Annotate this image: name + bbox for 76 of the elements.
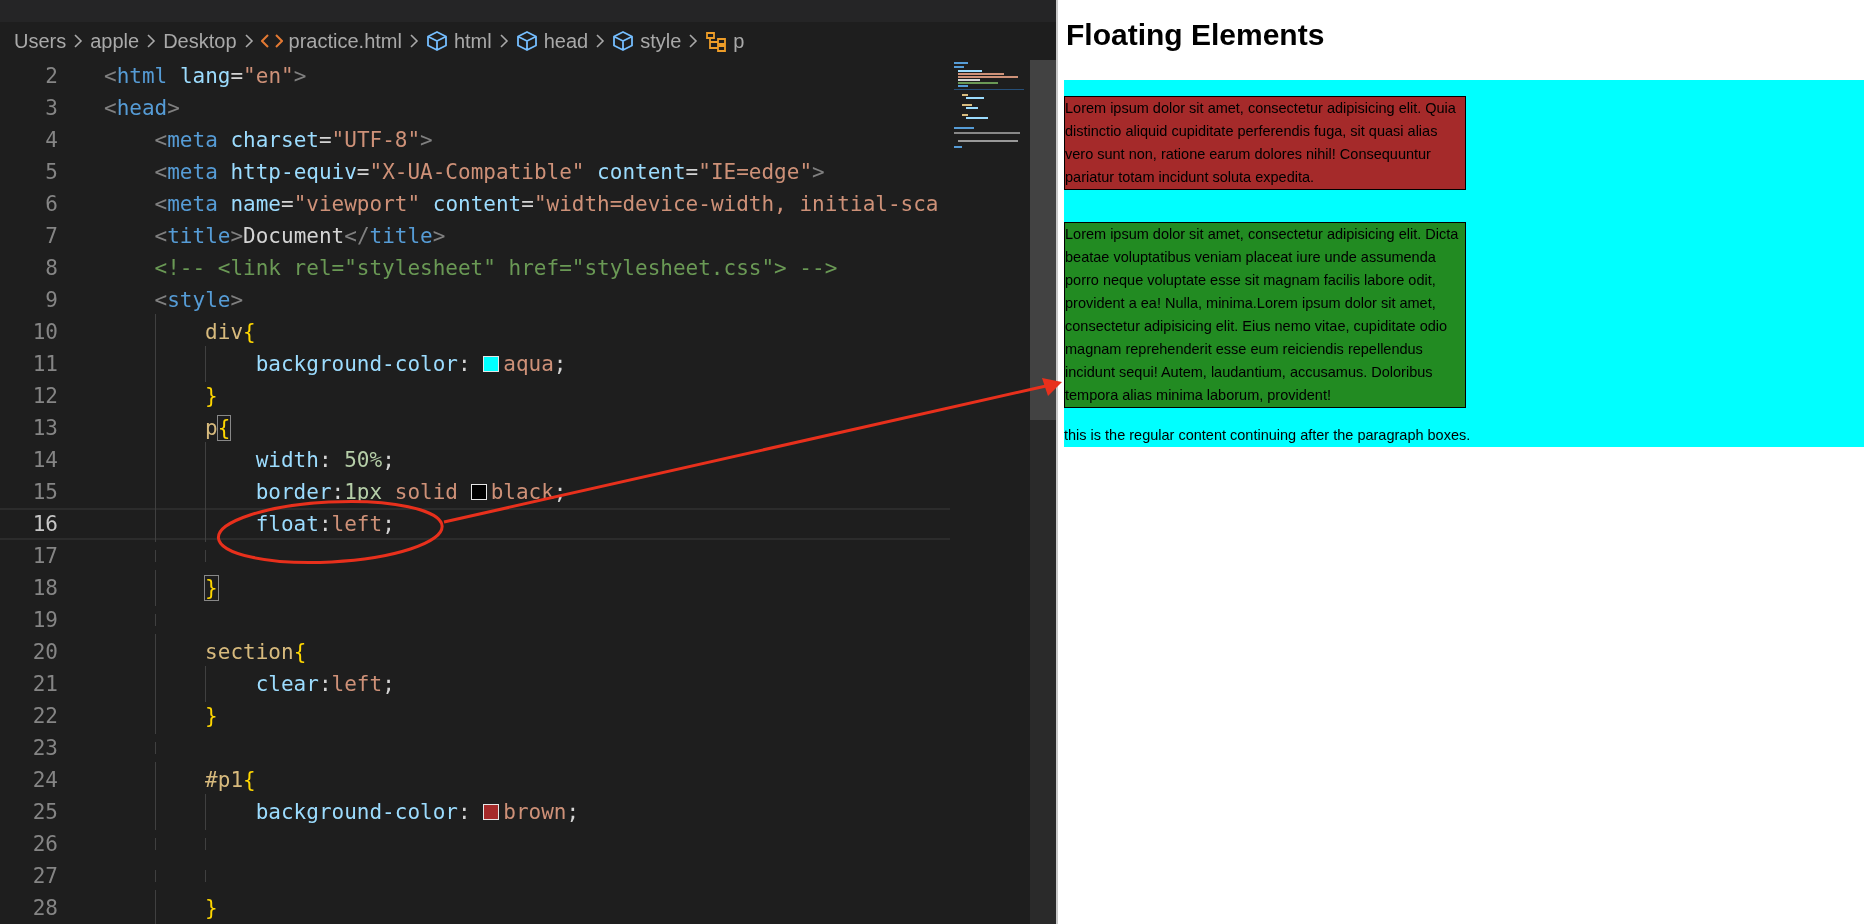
code-brackets-icon: [260, 33, 283, 49]
line-number: 8: [44, 256, 58, 280]
breadcrumb-item[interactable]: Users: [14, 29, 67, 53]
code-line: #p1{: [205, 768, 256, 792]
code-line: clear:left;: [255, 672, 395, 696]
line-number: 5: [44, 160, 58, 184]
chevron-right-icon: [242, 33, 255, 49]
line-number: 4: [44, 128, 58, 152]
code-line: <!-- <link rel="stylesheet" href="stylesheet.css"> -->: [154, 256, 838, 280]
code-line: }: [205, 704, 218, 728]
code-line: background-color: aqua;: [255, 352, 567, 376]
breadcrumb-item[interactable]: apple: [90, 29, 140, 53]
line-number: 20: [31, 640, 58, 664]
chevron-right-icon: [72, 33, 85, 49]
regular-content-text: this is the regular content continuing after the paragraph boxes.: [1064, 426, 1472, 445]
code-line: p{: [205, 416, 231, 440]
line-number: 11: [31, 352, 58, 376]
line-number: 19: [31, 608, 58, 632]
code-line: <style>: [154, 288, 244, 312]
code-line: <html lang="en">: [104, 64, 307, 88]
line-number: 26: [31, 832, 58, 856]
breadcrumb-item[interactable]: style: [612, 29, 682, 53]
line-number: 28: [31, 896, 58, 920]
code-line: <head>: [104, 96, 180, 120]
line-number: 10: [31, 320, 58, 344]
line-number: 6: [44, 192, 58, 216]
cube-icon: [425, 30, 448, 52]
line-number: 7: [44, 224, 58, 248]
line-number: 27: [31, 864, 58, 888]
code-line: <meta http-equiv="X-UA-Compatible" content="IE=edge">: [154, 160, 825, 184]
code-line: <meta name="viewport" content="width=device-width, initial-sca: [154, 192, 939, 216]
code-line: float:left;: [255, 512, 395, 536]
line-number: 3: [44, 96, 58, 120]
code-line: width: 50%;: [255, 448, 395, 472]
line-number: 22: [31, 704, 58, 728]
code-line: <meta charset="UTF-8">: [154, 128, 433, 152]
chevron-right-icon: [594, 33, 607, 49]
color-swatch[interactable]: [483, 356, 500, 372]
chevron-right-icon: [145, 33, 158, 49]
line-number: 13: [31, 416, 58, 440]
line-number: 14: [31, 448, 58, 472]
line-number: 23: [31, 736, 58, 760]
page-heading: Floating Elements: [1066, 17, 1326, 53]
breadcrumb-item[interactable]: Desktop: [163, 29, 237, 53]
chevron-right-icon: [407, 33, 420, 49]
color-swatch[interactable]: [470, 484, 487, 500]
color-swatch[interactable]: [483, 804, 500, 820]
code-line: background-color: brown;: [255, 800, 580, 824]
floated-paragraph: Lorem ipsum dolor sit amet, consectetur adipisicing elit. Dicta beatae voluptatibus veniam placeat iure unde assumenda porro neque voluptate esse sit magnam facilis labore odit, provident a ea! Nulla, minima.Lorem ipsum dolor sit amet, consectetur adipisicing elit. Eius nemo vitae, cupiditate odio magnam reprehenderit esse eum reiciendis repellendus incidunt sequi! Autem, laudantium, accusamus. Doloribus tempora alias minima laborum, provident!: [1064, 222, 1466, 408]
line-number: 15: [31, 480, 58, 504]
scrollbar-thumb[interactable]: [1030, 60, 1056, 420]
floated-paragraph: Lorem ipsum dolor sit amet, consectetur adipisicing elit. Quia distinctio aliquid cupiditate perferendis fuga, sit quasi alias vero sunt non, ratione earum dolores nihil! Consequuntur pariatur totam incidunt soluta expedita.: [1064, 96, 1466, 190]
code-line: section{: [205, 640, 307, 664]
code-line: }: [205, 896, 218, 920]
chevron-right-icon: [687, 33, 700, 49]
breadcrumb-item[interactable]: html: [425, 29, 492, 53]
cube-icon: [515, 30, 538, 52]
breadcrumb-item[interactable]: head: [515, 29, 589, 53]
code-line: <title>Document</title>: [154, 224, 446, 248]
line-number: 25: [31, 800, 58, 824]
line-number: 18: [31, 576, 58, 600]
line-number: 9: [44, 288, 58, 312]
line-number: 16: [31, 512, 58, 536]
line-number: 2: [44, 64, 58, 88]
breadcrumb-item[interactable]: practice.html: [260, 29, 402, 53]
line-number: 24: [31, 768, 58, 792]
cube-icon: [612, 30, 635, 52]
line-number: 17: [31, 544, 58, 568]
chevron-right-icon: [497, 33, 510, 49]
structure-icon: [705, 30, 728, 52]
breadcrumb-item[interactable]: p: [705, 29, 745, 53]
code-line: }: [205, 384, 218, 408]
code-line: }: [205, 576, 218, 600]
line-number: 12: [31, 384, 58, 408]
line-number: 21: [31, 672, 58, 696]
code-line: div{: [205, 320, 256, 344]
